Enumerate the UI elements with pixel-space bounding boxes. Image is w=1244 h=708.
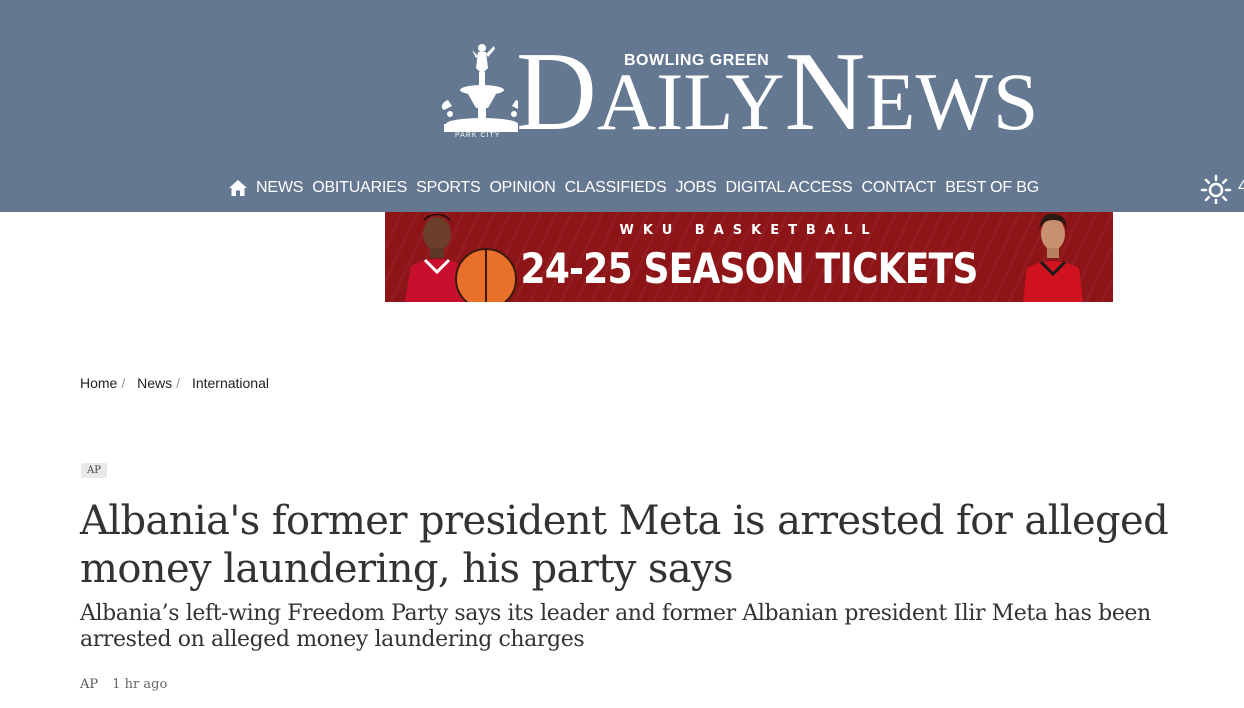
- sun-icon: [1200, 174, 1232, 204]
- ad-title: 24-25 SEASON TICKETS: [520, 244, 979, 293]
- breadcrumb-home[interactable]: Home: [80, 375, 117, 391]
- nav-item-opinion[interactable]: OPINION: [489, 179, 555, 197]
- nav-item-digital-access[interactable]: DIGITAL ACCESS: [725, 179, 852, 197]
- breadcrumb-separator: /: [176, 375, 181, 391]
- logo-park-city-text: PARK CITY: [455, 132, 501, 139]
- logo-letter-d: D: [516, 30, 597, 154]
- ad-banner[interactable]: WKU BASKETBALL 24-25 SEASON TICKETS: [385, 212, 1113, 302]
- breadcrumb-news[interactable]: News: [137, 375, 172, 391]
- nav-item-classifieds[interactable]: CLASSIFIEDS: [565, 179, 667, 197]
- site-logo[interactable]: BOWLING GREEN DAILYNEWS PARK CITY: [438, 36, 1058, 148]
- byline-timestamp: 1 hr ago: [112, 677, 168, 692]
- article-source-tag[interactable]: AP: [81, 463, 107, 478]
- article-byline: AP 1 hr ago: [80, 677, 167, 692]
- nav-item-obituaries[interactable]: OBITUARIES: [312, 179, 407, 197]
- nav-item-jobs[interactable]: JOBS: [675, 179, 716, 197]
- fountain-logo-icon: [441, 44, 518, 132]
- nav-item-contact[interactable]: CONTACT: [861, 179, 936, 197]
- nav-item-news[interactable]: NEWS: [256, 179, 303, 197]
- ad-subtitle: WKU BASKETBALL: [619, 223, 879, 238]
- logo-letter-n: N: [784, 30, 866, 154]
- weather-widget[interactable]: 4: [1200, 172, 1244, 204]
- byline-author[interactable]: AP: [80, 677, 98, 692]
- article-summary: Albania’s left-wing Freedom Party says i…: [80, 601, 1151, 652]
- nav-item-best-of-bg[interactable]: BEST OF BG: [945, 179, 1039, 197]
- logo-wordmark: DAILYNEWS: [516, 36, 1039, 148]
- breadcrumb-separator: /: [121, 375, 126, 391]
- home-icon[interactable]: [228, 178, 248, 198]
- logo-news-rest: EWS: [865, 56, 1039, 147]
- breadcrumb: Home / News / International: [80, 375, 269, 391]
- weather-temperature: 4: [1238, 176, 1244, 196]
- nav-item-sports[interactable]: SPORTS: [416, 179, 481, 197]
- breadcrumb-international[interactable]: International: [192, 375, 269, 391]
- logo-daily-rest: AILY: [596, 56, 785, 147]
- site-header: BOWLING GREEN DAILYNEWS PARK CITY NEWS O…: [0, 0, 1244, 212]
- main-nav: NEWS OBITUARIES SPORTS OPINION CLASSIFIE…: [228, 176, 1048, 200]
- article-headline: Albania's former president Meta is arres…: [80, 498, 1169, 592]
